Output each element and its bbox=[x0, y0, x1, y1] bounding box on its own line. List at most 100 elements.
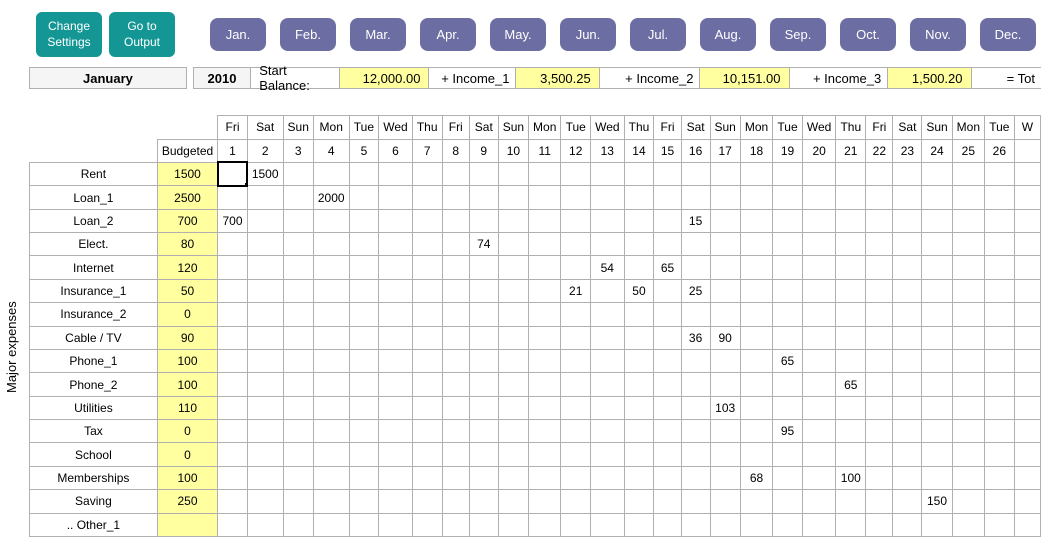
data-cell[interactable] bbox=[349, 256, 379, 279]
data-cell[interactable] bbox=[283, 420, 313, 443]
data-cell[interactable] bbox=[529, 490, 561, 513]
data-cell[interactable] bbox=[952, 186, 984, 209]
data-cell[interactable] bbox=[283, 162, 313, 185]
data-cell[interactable] bbox=[836, 349, 866, 372]
budget-cell[interactable]: 0 bbox=[157, 303, 217, 326]
data-cell[interactable] bbox=[893, 420, 922, 443]
budget-cell[interactable]: 80 bbox=[157, 233, 217, 256]
data-cell[interactable] bbox=[624, 490, 654, 513]
data-cell[interactable] bbox=[529, 233, 561, 256]
data-cell[interactable] bbox=[624, 466, 654, 489]
data-cell[interactable] bbox=[498, 162, 528, 185]
budget-cell[interactable]: 100 bbox=[157, 373, 217, 396]
data-cell[interactable] bbox=[218, 186, 248, 209]
data-cell[interactable] bbox=[773, 279, 803, 302]
data-cell[interactable] bbox=[412, 209, 442, 232]
data-cell[interactable] bbox=[624, 326, 654, 349]
data-cell[interactable] bbox=[247, 490, 283, 513]
data-cell[interactable] bbox=[412, 443, 442, 466]
data-cell[interactable] bbox=[442, 256, 469, 279]
data-cell[interactable] bbox=[710, 256, 740, 279]
data-cell[interactable] bbox=[681, 466, 710, 489]
goto-output-button[interactable]: Go toOutput bbox=[109, 12, 175, 57]
data-cell[interactable] bbox=[247, 256, 283, 279]
data-cell[interactable] bbox=[654, 186, 681, 209]
data-cell[interactable] bbox=[740, 162, 772, 185]
data-cell[interactable] bbox=[710, 349, 740, 372]
data-cell[interactable] bbox=[952, 326, 984, 349]
data-cell[interactable] bbox=[469, 209, 498, 232]
data-cell[interactable]: 21 bbox=[561, 279, 591, 302]
data-cell[interactable] bbox=[773, 162, 803, 185]
data-cell[interactable] bbox=[412, 396, 442, 419]
data-cell[interactable] bbox=[283, 373, 313, 396]
data-cell[interactable] bbox=[469, 443, 498, 466]
data-cell[interactable] bbox=[740, 490, 772, 513]
budget-cell[interactable]: 0 bbox=[157, 420, 217, 443]
data-cell[interactable] bbox=[591, 186, 624, 209]
data-cell[interactable] bbox=[893, 396, 922, 419]
data-cell[interactable] bbox=[952, 373, 984, 396]
data-cell[interactable] bbox=[379, 466, 412, 489]
data-cell[interactable] bbox=[469, 373, 498, 396]
budget-cell[interactable]: 100 bbox=[157, 466, 217, 489]
data-cell[interactable] bbox=[773, 466, 803, 489]
data-cell[interactable] bbox=[283, 326, 313, 349]
data-cell[interactable] bbox=[498, 420, 528, 443]
data-cell[interactable]: 1500 bbox=[247, 162, 283, 185]
data-cell[interactable] bbox=[247, 186, 283, 209]
data-cell[interactable] bbox=[681, 373, 710, 396]
data-cell[interactable] bbox=[247, 279, 283, 302]
data-cell[interactable] bbox=[349, 466, 379, 489]
data-cell[interactable] bbox=[498, 256, 528, 279]
data-cell[interactable] bbox=[922, 209, 952, 232]
month-tab-jul[interactable]: Jul. bbox=[630, 18, 686, 51]
data-cell[interactable] bbox=[283, 279, 313, 302]
data-cell[interactable] bbox=[952, 443, 984, 466]
budget-cell[interactable]: 250 bbox=[157, 490, 217, 513]
data-cell[interactable] bbox=[218, 373, 248, 396]
data-cell[interactable] bbox=[247, 466, 283, 489]
data-cell[interactable] bbox=[654, 233, 681, 256]
data-cell[interactable] bbox=[893, 162, 922, 185]
data-cell[interactable] bbox=[952, 466, 984, 489]
data-cell[interactable] bbox=[412, 349, 442, 372]
data-cell[interactable] bbox=[561, 209, 591, 232]
data-cell[interactable] bbox=[654, 349, 681, 372]
budget-cell[interactable]: 90 bbox=[157, 326, 217, 349]
data-cell[interactable] bbox=[654, 466, 681, 489]
data-cell[interactable] bbox=[740, 303, 772, 326]
data-cell[interactable] bbox=[442, 326, 469, 349]
data-cell[interactable] bbox=[922, 443, 952, 466]
data-cell[interactable]: 65 bbox=[773, 349, 803, 372]
data-cell[interactable] bbox=[529, 279, 561, 302]
data-cell[interactable] bbox=[681, 443, 710, 466]
data-cell[interactable] bbox=[866, 233, 893, 256]
data-cell[interactable] bbox=[802, 349, 835, 372]
data-cell[interactable] bbox=[218, 233, 248, 256]
data-cell[interactable] bbox=[283, 303, 313, 326]
data-cell[interactable] bbox=[313, 490, 349, 513]
data-cell[interactable] bbox=[442, 162, 469, 185]
data-cell[interactable] bbox=[893, 373, 922, 396]
data-cell[interactable] bbox=[412, 326, 442, 349]
data-cell[interactable] bbox=[654, 373, 681, 396]
data-cell[interactable] bbox=[773, 490, 803, 513]
data-cell[interactable] bbox=[802, 233, 835, 256]
data-cell[interactable] bbox=[1014, 162, 1040, 185]
data-cell[interactable] bbox=[710, 420, 740, 443]
data-cell[interactable] bbox=[710, 490, 740, 513]
month-tab-mar[interactable]: Mar. bbox=[350, 18, 406, 51]
data-cell[interactable] bbox=[349, 349, 379, 372]
data-cell[interactable] bbox=[866, 279, 893, 302]
data-cell[interactable] bbox=[442, 279, 469, 302]
data-cell[interactable] bbox=[773, 373, 803, 396]
data-cell[interactable] bbox=[836, 256, 866, 279]
budget-cell[interactable]: 700 bbox=[157, 209, 217, 232]
data-cell[interactable] bbox=[498, 396, 528, 419]
data-cell[interactable] bbox=[561, 162, 591, 185]
data-cell[interactable] bbox=[561, 396, 591, 419]
month-tab-aug[interactable]: Aug. bbox=[700, 18, 756, 51]
data-cell[interactable] bbox=[802, 420, 835, 443]
data-cell[interactable] bbox=[654, 326, 681, 349]
